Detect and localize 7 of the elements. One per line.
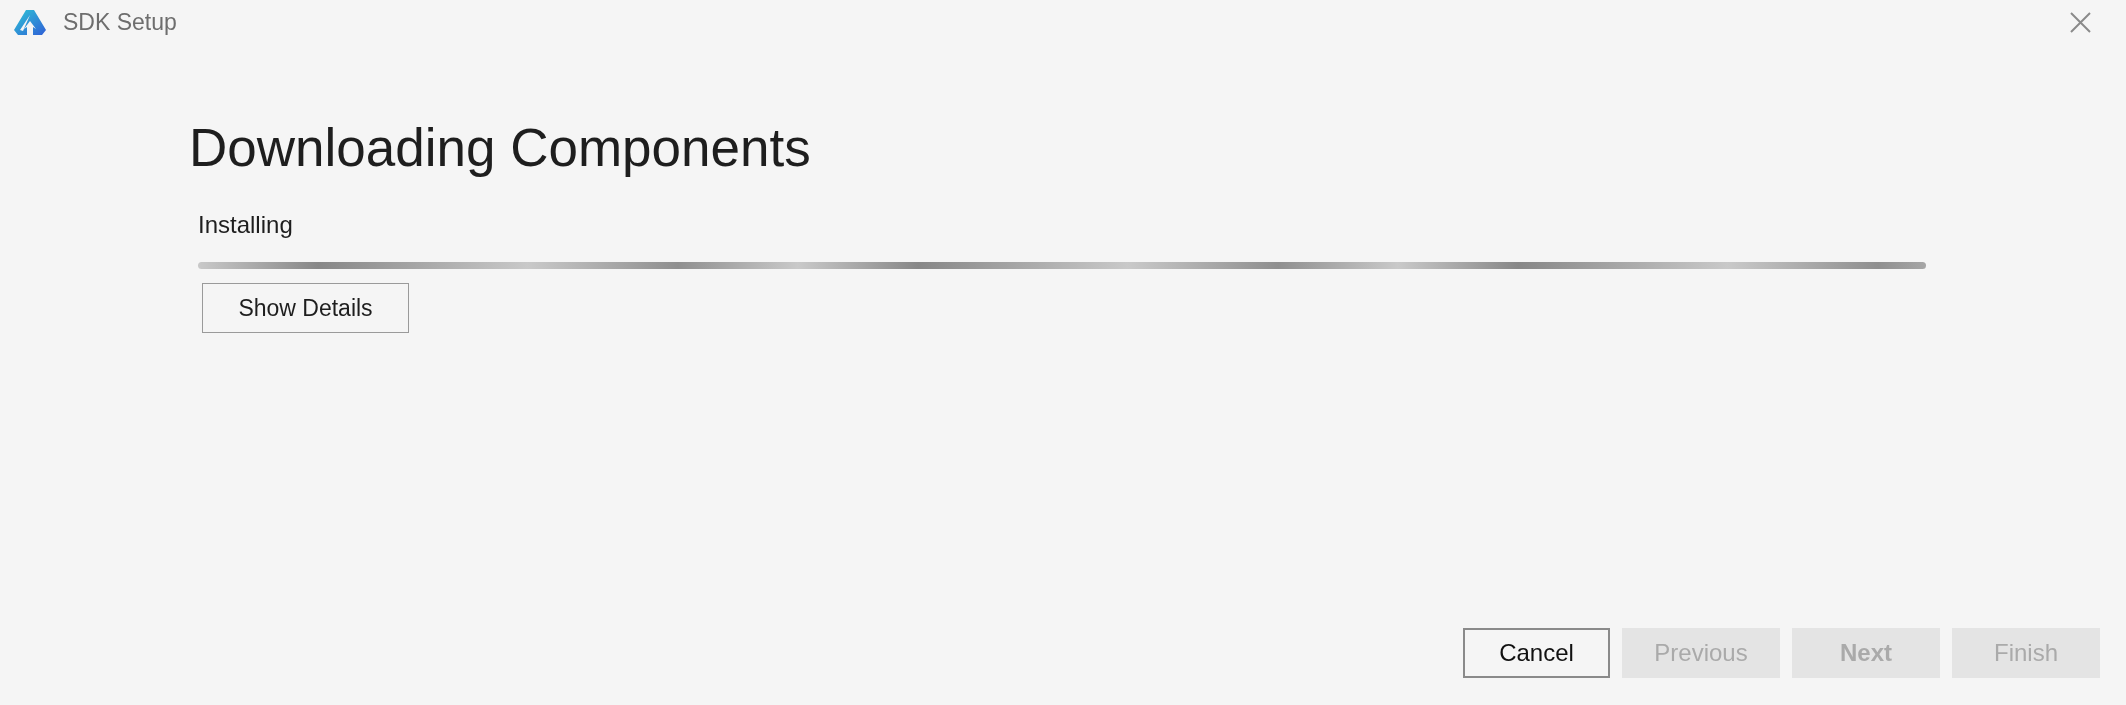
window-title: SDK Setup [63,11,177,34]
status-text: Installing [198,210,294,240]
close-icon[interactable] [2070,12,2091,33]
show-details-button[interactable]: Show Details [202,283,409,334]
app-logo-icon [14,10,46,35]
wizard-button[interactable]: Cancel [1463,628,1610,678]
page-heading: Downloading Components [189,117,812,179]
